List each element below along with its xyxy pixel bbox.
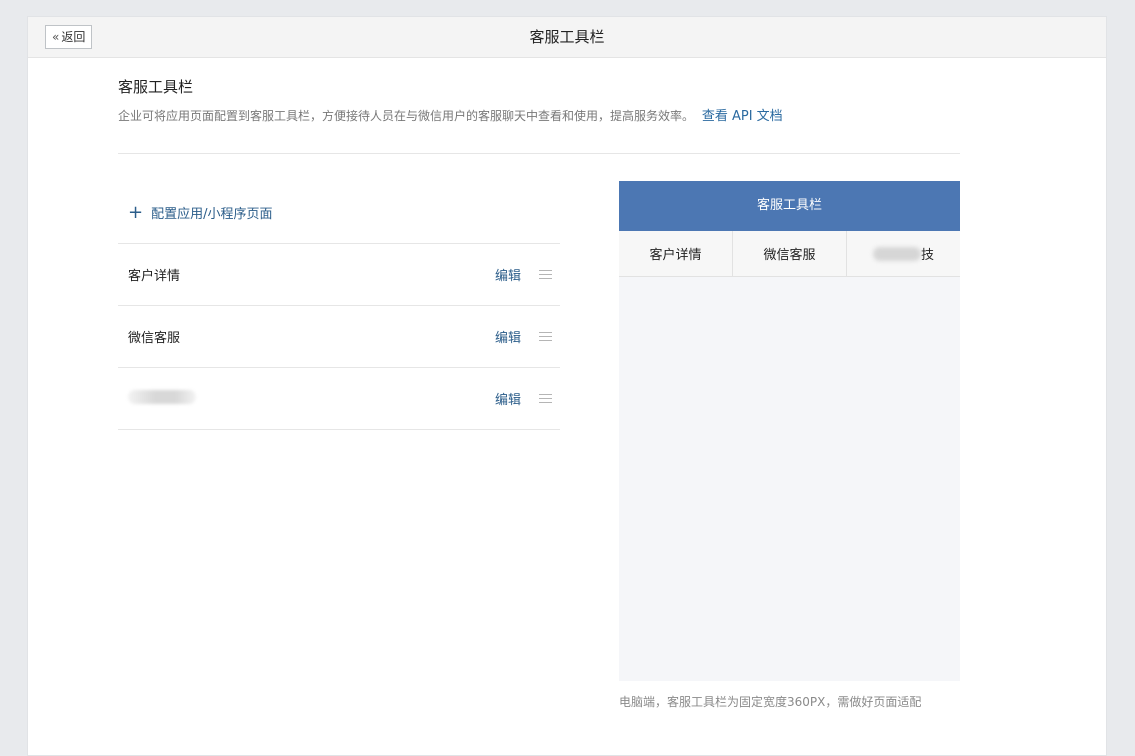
redacted-blur [128, 389, 196, 404]
edit-button[interactable]: 编辑 [495, 327, 521, 346]
config-list: + 配置应用/小程序页面 客户详情 编辑 微信客服 编辑 编辑 [118, 182, 560, 430]
preview-header: 客服工具栏 [619, 181, 960, 231]
page-title: 客服工具栏 [529, 28, 605, 46]
section-title: 客服工具栏 [118, 78, 194, 96]
preview-footnote: 电脑端，客服工具栏为固定宽度360PX，需做好页面适配 [619, 695, 922, 709]
section-description: 企业可将应用页面配置到客服工具栏，方便接待人员在与微信用户的客服聊天中查看和使用… [118, 105, 960, 124]
preview-tab[interactable]: 微信客服 [733, 231, 847, 276]
list-item-name: 微信客服 [128, 331, 181, 346]
preview-tab[interactable]: 客户详情 [619, 231, 733, 276]
preview-tab-redacted[interactable]: 技 [847, 231, 960, 276]
preview-tab-suffix: 技 [920, 248, 934, 263]
plus-icon: + [128, 201, 144, 223]
toolbar-preview: 客服工具栏 客户详情 微信客服 技 [619, 181, 960, 681]
redacted-blur [872, 246, 921, 261]
preview-tab-bar: 客户详情 微信客服 技 [619, 231, 960, 277]
drag-handle-icon[interactable] [539, 394, 552, 403]
add-page-button[interactable]: + 配置应用/小程序页面 [118, 182, 560, 244]
description-text: 企业可将应用页面配置到客服工具栏，方便接待人员在与微信用户的客服聊天中查看和使用… [118, 109, 695, 123]
edit-button[interactable]: 编辑 [495, 265, 521, 284]
top-bar: « 返回 客服工具栏 [28, 17, 1106, 58]
add-page-label: 配置应用/小程序页面 [151, 207, 273, 222]
list-item: 微信客服 编辑 [118, 306, 560, 368]
intro-section: 客服工具栏 企业可将应用页面配置到客服工具栏，方便接待人员在与微信用户的客服聊天… [118, 76, 960, 124]
edit-button[interactable]: 编辑 [495, 389, 521, 408]
drag-handle-icon[interactable] [539, 270, 552, 279]
api-docs-link[interactable]: 查看 API 文档 [702, 109, 783, 124]
list-item-name: 客户详情 [128, 269, 181, 284]
section-divider [118, 153, 960, 154]
drag-handle-icon[interactable] [539, 332, 552, 341]
list-item: 编辑 [118, 368, 560, 430]
list-item: 客户详情 编辑 [118, 244, 560, 306]
list-item-name-redacted [128, 389, 495, 408]
